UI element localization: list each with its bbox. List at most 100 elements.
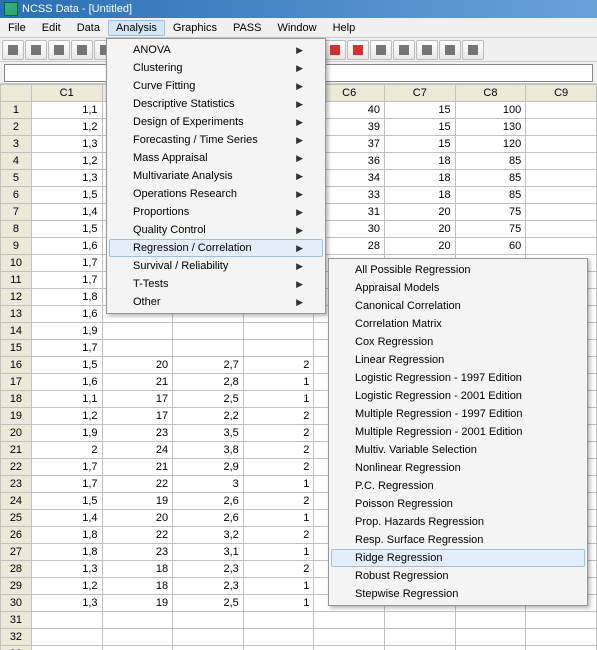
menu-graphics[interactable]: Graphics bbox=[165, 20, 225, 36]
cell[interactable]: 100 bbox=[455, 102, 526, 119]
cell[interactable] bbox=[526, 221, 597, 238]
cell[interactable]: 1 bbox=[243, 391, 314, 408]
row-header[interactable]: 3 bbox=[1, 136, 32, 153]
row-header[interactable]: 2 bbox=[1, 119, 32, 136]
cell[interactable]: 19 bbox=[102, 595, 173, 612]
cell[interactable]: 20 bbox=[385, 238, 456, 255]
cell[interactable]: 1,5 bbox=[31, 221, 102, 238]
cell[interactable] bbox=[173, 646, 244, 650]
submenu-item-appraisal-models[interactable]: Appraisal Models bbox=[331, 279, 585, 297]
row-header[interactable]: 33 bbox=[1, 646, 32, 650]
row-header[interactable]: 16 bbox=[1, 357, 32, 374]
menu-item-descriptive-statistics[interactable]: Descriptive Statistics▶ bbox=[109, 95, 323, 113]
cell[interactable] bbox=[385, 612, 456, 629]
cell[interactable] bbox=[385, 646, 456, 650]
cell[interactable]: 75 bbox=[455, 221, 526, 238]
menu-window[interactable]: Window bbox=[269, 20, 324, 36]
cell[interactable]: 2,3 bbox=[173, 578, 244, 595]
cell[interactable]: 1,1 bbox=[31, 391, 102, 408]
row-header[interactable]: 20 bbox=[1, 425, 32, 442]
submenu-item-linear-regression[interactable]: Linear Regression bbox=[331, 351, 585, 369]
cell[interactable]: 120 bbox=[455, 136, 526, 153]
cell[interactable]: 1,8 bbox=[31, 544, 102, 561]
cell[interactable] bbox=[102, 612, 173, 629]
analysis-dropdown[interactable]: ANOVA▶Clustering▶Curve Fitting▶Descripti… bbox=[106, 38, 326, 314]
tree-icon[interactable] bbox=[416, 40, 438, 60]
cell[interactable]: 1 bbox=[243, 578, 314, 595]
menu-analysis[interactable]: Analysis bbox=[108, 20, 165, 36]
cell[interactable] bbox=[243, 612, 314, 629]
submenu-item-multiple-regression-edition[interactable]: Multiple Regression - 1997 Edition bbox=[331, 405, 585, 423]
cell[interactable]: 1 bbox=[243, 544, 314, 561]
menu-item-proportions[interactable]: Proportions▶ bbox=[109, 203, 323, 221]
cell[interactable] bbox=[385, 629, 456, 646]
cell[interactable]: 1,2 bbox=[31, 153, 102, 170]
menu-help[interactable]: Help bbox=[325, 20, 364, 36]
cell[interactable] bbox=[314, 646, 385, 650]
cell[interactable]: 2 bbox=[243, 357, 314, 374]
cell[interactable]: 2 bbox=[243, 459, 314, 476]
cell[interactable]: 2 bbox=[243, 442, 314, 459]
cell[interactable]: 1,3 bbox=[31, 595, 102, 612]
menu-item-anova[interactable]: ANOVA▶ bbox=[109, 41, 323, 59]
cell[interactable]: 2 bbox=[243, 561, 314, 578]
cell[interactable] bbox=[526, 119, 597, 136]
submenu-item-canonical-correlation[interactable]: Canonical Correlation bbox=[331, 297, 585, 315]
menu-file[interactable]: File bbox=[0, 20, 34, 36]
cell[interactable]: 15 bbox=[385, 119, 456, 136]
menu-item-survival-reliability[interactable]: Survival / Reliability▶ bbox=[109, 257, 323, 275]
cell[interactable]: 20 bbox=[385, 221, 456, 238]
menu-item-mass-appraisal[interactable]: Mass Appraisal▶ bbox=[109, 149, 323, 167]
column-header-C1[interactable]: C1 bbox=[31, 85, 102, 102]
submenu-item-nonlinear-regression[interactable]: Nonlinear Regression bbox=[331, 459, 585, 477]
cell[interactable]: 23 bbox=[102, 425, 173, 442]
cell[interactable]: 2,9 bbox=[173, 459, 244, 476]
cell[interactable]: 21 bbox=[102, 459, 173, 476]
cell[interactable]: 24 bbox=[102, 442, 173, 459]
cell[interactable] bbox=[526, 187, 597, 204]
row-header[interactable]: 1 bbox=[1, 102, 32, 119]
cell[interactable] bbox=[243, 340, 314, 357]
cell[interactable]: 18 bbox=[385, 187, 456, 204]
cell[interactable]: 2,5 bbox=[173, 391, 244, 408]
cell[interactable]: 1,5 bbox=[31, 357, 102, 374]
cell[interactable] bbox=[102, 629, 173, 646]
cell[interactable] bbox=[31, 629, 102, 646]
cell[interactable]: 18 bbox=[102, 578, 173, 595]
row-header[interactable]: 10 bbox=[1, 255, 32, 272]
cell[interactable]: 3,1 bbox=[173, 544, 244, 561]
cell[interactable]: 21 bbox=[102, 374, 173, 391]
cell[interactable]: 1,7 bbox=[31, 255, 102, 272]
cell[interactable]: 85 bbox=[455, 170, 526, 187]
column-header-C9[interactable]: C9 bbox=[526, 85, 597, 102]
submenu-item-p-c-regression[interactable]: P.C. Regression bbox=[331, 477, 585, 495]
cell[interactable]: 1,4 bbox=[31, 204, 102, 221]
row-header[interactable]: 32 bbox=[1, 629, 32, 646]
menu-item-design-of-experiments[interactable]: Design of Experiments▶ bbox=[109, 113, 323, 131]
open-icon[interactable] bbox=[25, 40, 47, 60]
cell[interactable]: 1,7 bbox=[31, 476, 102, 493]
cell[interactable]: 1,7 bbox=[31, 272, 102, 289]
cell[interactable] bbox=[526, 102, 597, 119]
cell[interactable]: 17 bbox=[102, 391, 173, 408]
row-header[interactable]: 28 bbox=[1, 561, 32, 578]
corner-cell[interactable] bbox=[1, 85, 32, 102]
submenu-item-robust-regression[interactable]: Robust Regression bbox=[331, 567, 585, 585]
menu-data[interactable]: Data bbox=[69, 20, 108, 36]
cell[interactable] bbox=[173, 340, 244, 357]
row-header[interactable]: 14 bbox=[1, 323, 32, 340]
cell[interactable] bbox=[526, 238, 597, 255]
menu-item-regression-correlation[interactable]: Regression / Correlation▶ bbox=[109, 239, 323, 257]
cell[interactable]: 1,4 bbox=[31, 510, 102, 527]
row-header[interactable]: 12 bbox=[1, 289, 32, 306]
submenu-item-ridge-regression[interactable]: Ridge Regression bbox=[331, 549, 585, 567]
cell[interactable] bbox=[314, 612, 385, 629]
menu-item-forecasting-time-series[interactable]: Forecasting / Time Series▶ bbox=[109, 131, 323, 149]
cell[interactable]: 85 bbox=[455, 187, 526, 204]
row-header[interactable]: 6 bbox=[1, 187, 32, 204]
cell[interactable] bbox=[31, 612, 102, 629]
close-x-icon[interactable] bbox=[347, 40, 369, 60]
submenu-item-correlation-matrix[interactable]: Correlation Matrix bbox=[331, 315, 585, 333]
menu-item-operations-research[interactable]: Operations Research▶ bbox=[109, 185, 323, 203]
cell[interactable] bbox=[526, 629, 597, 646]
